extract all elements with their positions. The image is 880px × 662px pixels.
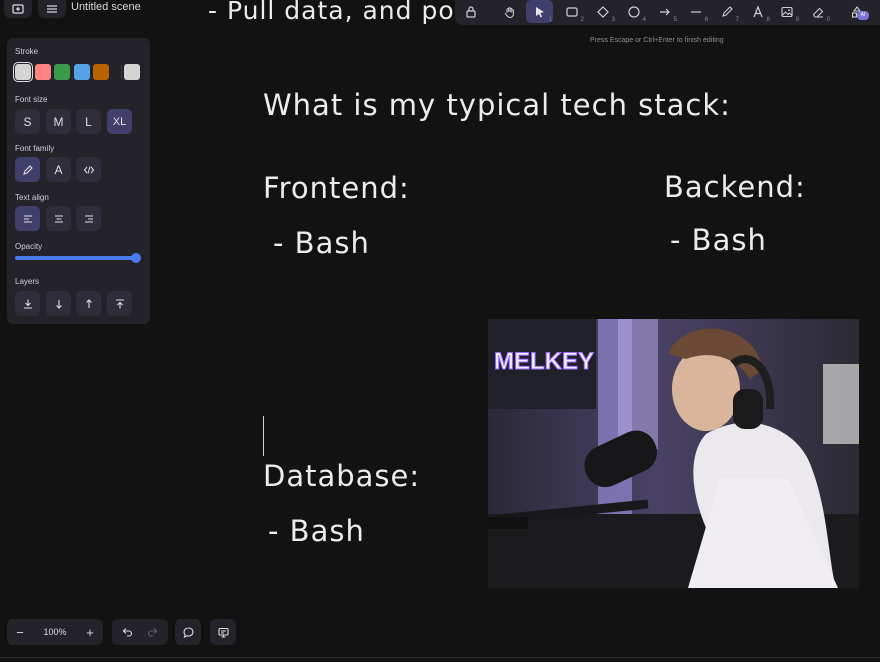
lock-icon — [465, 5, 476, 18]
send-to-back-button[interactable] — [15, 291, 40, 316]
scene-title[interactable]: Untitled scene — [71, 1, 141, 13]
frontend-item[interactable]: - Bash — [273, 226, 370, 260]
stroke-swatch-4[interactable] — [74, 64, 90, 80]
font-family-hand[interactable] — [15, 157, 40, 182]
text-caret — [263, 416, 264, 456]
arrow-down-icon — [55, 299, 62, 309]
hamburger-icon — [47, 5, 57, 13]
align-left-icon — [23, 214, 32, 223]
zoom-controls: − 100% + — [7, 619, 103, 645]
main-menu-button[interactable] — [38, 0, 66, 18]
selection-arrow-icon — [535, 6, 544, 18]
tool-diamond[interactable]: 3 — [589, 0, 616, 23]
text-icon — [752, 4, 763, 17]
tool-ellipse[interactable]: 4 — [620, 0, 647, 23]
bring-to-front-icon — [115, 298, 124, 308]
neon-sign: MELKEY — [494, 348, 594, 375]
rectangle-icon — [565, 6, 578, 17]
eraser-icon — [812, 7, 823, 18]
presentation-icon — [217, 627, 229, 637]
stroke-swatch-2[interactable] — [35, 64, 51, 80]
status-divider — [0, 657, 880, 658]
code-icon — [83, 165, 94, 174]
tool-text[interactable]: 8 — [744, 0, 771, 23]
align-right-button[interactable] — [76, 206, 101, 231]
comments-button[interactable] — [175, 619, 201, 645]
draw-icon — [721, 5, 733, 17]
backend-item[interactable]: - Bash — [670, 223, 767, 257]
stroke-swatch-3[interactable] — [54, 64, 70, 80]
image-icon — [780, 6, 793, 17]
hand-icon — [504, 6, 514, 18]
tool-arrow[interactable]: 5 — [651, 0, 678, 23]
tool-hand[interactable] — [496, 0, 523, 23]
font-size-xl[interactable]: XL — [107, 109, 132, 134]
font-size-m[interactable]: M — [46, 109, 71, 134]
opacity-label: Opacity — [15, 242, 43, 251]
tool-image[interactable]: 9 — [773, 0, 800, 23]
tool-selection[interactable]: 1 — [526, 0, 553, 23]
tool-lock[interactable] — [457, 0, 484, 23]
stroke-swatch-5[interactable] — [93, 64, 109, 80]
tool-more[interactable]: AI — [843, 0, 870, 23]
presentation-button[interactable] — [210, 619, 236, 645]
editing-hint: Press Escape or Ctrl+Enter to finish edi… — [590, 37, 724, 44]
ai-badge: AI — [857, 11, 869, 20]
stroke-label: Stroke — [15, 47, 39, 56]
font-family-normal[interactable]: A — [46, 157, 71, 182]
stroke-swatch-1[interactable] — [13, 62, 33, 82]
library-icon — [12, 4, 24, 14]
arrow-icon — [659, 8, 670, 15]
shapes-toolbar: 1 2 3 4 5 6 7 8 9 0 AI — [455, 0, 880, 25]
font-family-label: Font family — [15, 144, 55, 153]
zoom-out-button[interactable]: − — [7, 619, 33, 645]
font-size-s[interactable]: S — [15, 109, 40, 134]
tool-eraser[interactable]: 0 — [804, 0, 831, 23]
opacity-slider[interactable] — [15, 256, 137, 260]
align-center-icon — [54, 214, 63, 223]
database-label[interactable]: Database: — [263, 459, 420, 493]
align-center-button[interactable] — [46, 206, 71, 231]
undo-redo-group — [112, 619, 168, 645]
font-size-label: Font size — [15, 95, 48, 104]
send-to-back-icon — [23, 299, 32, 309]
undo-button[interactable] — [114, 619, 140, 645]
tool-draw[interactable]: 7 — [713, 0, 740, 23]
zoom-level[interactable]: 100% — [35, 627, 75, 637]
send-backward-button[interactable] — [46, 291, 71, 316]
frontend-label[interactable]: Frontend: — [263, 171, 410, 205]
redo-button[interactable] — [140, 619, 166, 645]
tool-rectangle[interactable]: 2 — [558, 0, 585, 23]
partial-bullet-text[interactable]: - Pull data, and po — [208, 0, 455, 25]
swatch-divider — [121, 66, 122, 78]
bring-forward-button[interactable] — [76, 291, 101, 316]
align-left-button[interactable] — [15, 206, 40, 231]
font-size-l[interactable]: L — [76, 109, 101, 134]
pencil-icon — [22, 164, 33, 175]
tool-line[interactable]: 6 — [682, 0, 709, 23]
arrow-up-icon — [85, 298, 92, 308]
line-icon — [690, 10, 701, 13]
text-align-label: Text align — [15, 193, 49, 202]
bring-to-front-button[interactable] — [107, 291, 132, 316]
library-button[interactable] — [4, 0, 32, 18]
ellipse-icon — [627, 5, 640, 18]
align-right-icon — [84, 214, 93, 223]
properties-panel: Stroke Font size S M L XL Font family A … — [7, 38, 150, 324]
webcam-overlay: MELKEY — [488, 319, 859, 588]
current-stroke-color[interactable] — [124, 64, 140, 80]
database-item[interactable]: - Bash — [268, 514, 365, 548]
layers-label: Layers — [15, 277, 40, 286]
font-family-code[interactable] — [76, 157, 101, 182]
opacity-slider-thumb[interactable] — [131, 253, 141, 263]
zoom-in-button[interactable]: + — [77, 619, 103, 645]
chat-bubble-icon — [182, 626, 194, 638]
backend-label[interactable]: Backend: — [664, 170, 806, 204]
heading-text[interactable]: What is my typical tech stack: — [263, 88, 731, 122]
diamond-icon — [596, 5, 609, 18]
undo-icon — [122, 628, 133, 637]
redo-icon — [147, 628, 158, 637]
webcam-scene: MELKEY — [488, 319, 859, 588]
